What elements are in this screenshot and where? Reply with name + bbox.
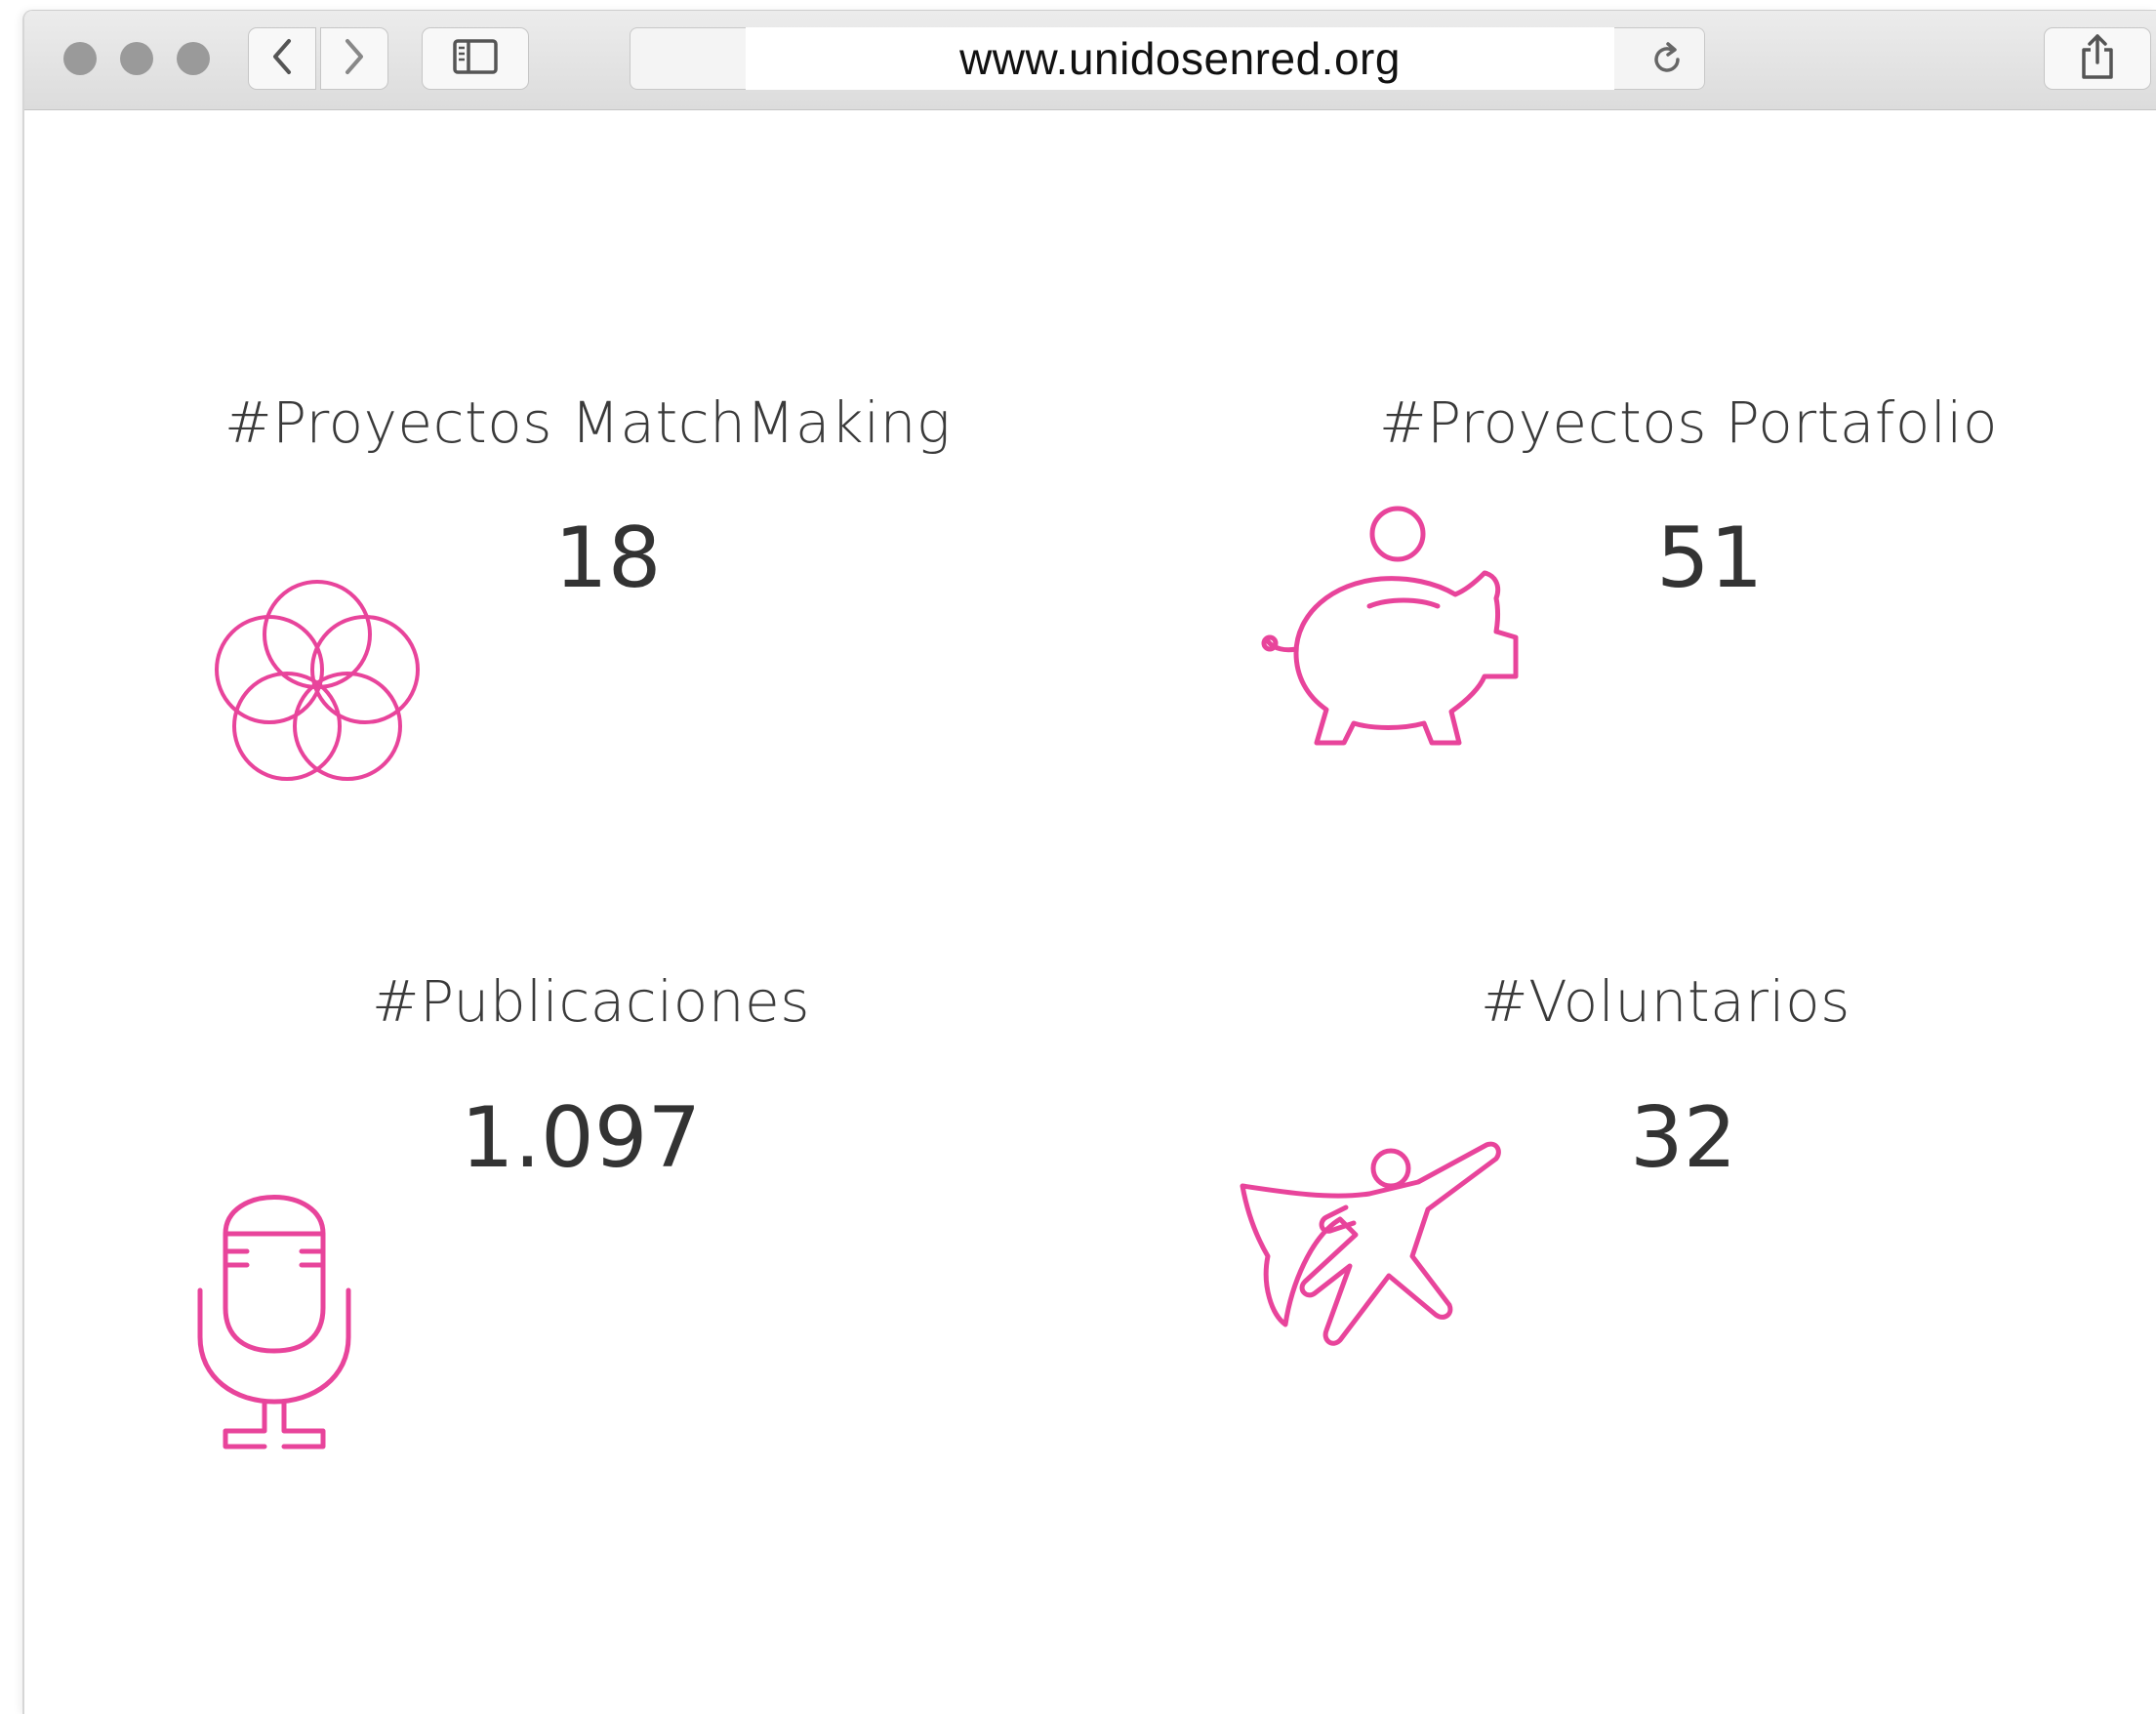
sidebar-icon <box>452 38 499 79</box>
stat-value: 32 <box>1630 1089 1737 1187</box>
dashboard-content: #Proyectos MatchMaking 18 #Proyectos Por… <box>24 111 2156 1714</box>
microphone-icon <box>186 1163 362 1456</box>
chevron-right-icon <box>342 37 367 80</box>
address-bar[interactable]: www.unidosenred.org <box>630 27 1705 90</box>
share-icon <box>2078 33 2117 84</box>
stat-value: 1.097 <box>461 1089 702 1187</box>
stat-label: #Publicaciones <box>372 968 810 1035</box>
zoom-window-button[interactable] <box>177 42 210 75</box>
stat-value: 51 <box>1656 510 1764 607</box>
share-button[interactable] <box>2044 27 2151 90</box>
browser-window: www.unidosenred.org #Proyectos MatchMaki… <box>22 10 2156 1714</box>
sidebar-toggle-button[interactable] <box>422 27 529 90</box>
piggy-bank-icon <box>1252 505 1545 797</box>
back-button[interactable] <box>248 27 316 90</box>
chevron-left-icon <box>269 37 295 80</box>
minimize-window-button[interactable] <box>120 42 153 75</box>
stat-label: #Proyectos MatchMaking <box>224 389 952 456</box>
browser-toolbar: www.unidosenred.org <box>24 11 2156 110</box>
forward-button[interactable] <box>320 27 388 90</box>
flower-of-life-icon <box>200 568 434 802</box>
url-text: www.unidosenred.org <box>959 33 1401 84</box>
stat-value: 18 <box>554 510 662 607</box>
address-field[interactable]: www.unidosenred.org <box>746 27 1614 90</box>
superhero-icon <box>1233 1139 1525 1393</box>
reload-icon[interactable] <box>1648 40 1687 79</box>
stat-label: #Proyectos Portafolio <box>1379 389 1999 456</box>
close-window-button[interactable] <box>63 42 97 75</box>
stat-label: #Voluntarios <box>1481 968 1851 1035</box>
